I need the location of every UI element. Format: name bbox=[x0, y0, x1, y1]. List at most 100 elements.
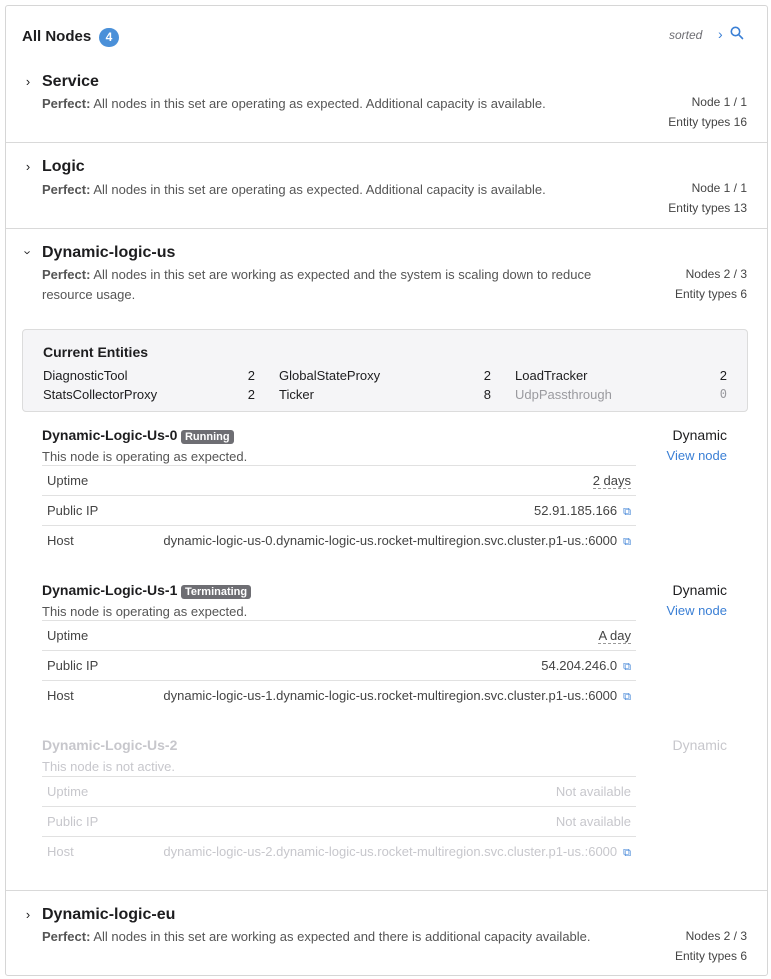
status-badge: Terminating bbox=[180, 585, 252, 599]
divider bbox=[6, 890, 767, 891]
host-label: Host bbox=[47, 688, 74, 703]
node-title: Dynamic-Logic-Us-1 bbox=[42, 582, 178, 598]
view-node-link[interactable]: View node bbox=[667, 603, 727, 618]
node-title: Dynamic-Logic-Us-0 bbox=[42, 427, 178, 443]
table-row: Uptime 2 days bbox=[42, 465, 636, 495]
entity-count: 2 bbox=[483, 368, 491, 383]
uptime-label: Uptime bbox=[47, 784, 89, 799]
status-label: Perfect: bbox=[42, 267, 91, 282]
set-title-logic[interactable]: Logic bbox=[42, 158, 85, 176]
public-ip-label: Public IP bbox=[47, 814, 99, 829]
table-row: Host dynamic-logic-us-0.dynamic-logic-us… bbox=[42, 525, 636, 555]
entity-name: GlobalStateProxy bbox=[279, 368, 381, 383]
entity-name: StatsCollectorProxy bbox=[43, 387, 158, 402]
chevron-right-icon[interactable]: › bbox=[22, 907, 34, 922]
set-entity-types: Entity types 13 bbox=[668, 201, 747, 215]
divider bbox=[6, 228, 767, 229]
status-text: All nodes in this set are operating as e… bbox=[93, 96, 546, 111]
view-node-link[interactable]: View node bbox=[667, 448, 727, 463]
status-text: All nodes in this set are working as exp… bbox=[93, 929, 591, 944]
uptime-value: 2 days bbox=[592, 473, 631, 489]
uptime-value: A day bbox=[598, 628, 631, 644]
copy-icon[interactable]: ⧉ bbox=[623, 661, 631, 673]
table-row: Public IP 54.204.246.0 ⧉ bbox=[42, 650, 636, 680]
node-subtitle: This node is operating as expected. bbox=[42, 604, 248, 619]
divider bbox=[6, 142, 767, 143]
entity-name: DiagnosticTool bbox=[43, 368, 128, 383]
node-type: Dynamic bbox=[672, 582, 727, 598]
copy-icon[interactable]: ⧉ bbox=[623, 536, 631, 548]
set-nodes-count: Node 1 / 1 bbox=[691, 181, 747, 195]
current-entities-panel: Current Entities DiagnosticTool 2 Global… bbox=[22, 329, 748, 412]
public-ip-text: 54.204.246.0 bbox=[541, 658, 618, 673]
host-label: Host bbox=[47, 533, 74, 548]
public-ip-value: 54.204.246.0 ⧉ bbox=[541, 658, 631, 674]
copy-icon[interactable]: ⧉ bbox=[623, 506, 631, 518]
host-value: dynamic-logic-us-1.dynamic-logic-us.rock… bbox=[163, 688, 631, 704]
set-description: Perfect: All nodes in this set are opera… bbox=[42, 94, 546, 114]
entity-name: Ticker bbox=[279, 387, 314, 402]
entity-count: 2 bbox=[247, 387, 255, 402]
node-header: Dynamic-Logic-Us-0 Running bbox=[42, 427, 234, 444]
node-header: Dynamic-Logic-Us-1 Terminating bbox=[42, 582, 252, 599]
entity-name: UdpPassthrough bbox=[515, 387, 612, 402]
all-nodes-panel: All Nodes 4 sorted › › Service Perfect: … bbox=[5, 5, 768, 976]
page-title: All Nodes bbox=[22, 28, 92, 45]
set-title-dynamic-logic-us[interactable]: Dynamic-logic-us bbox=[42, 244, 175, 262]
chevron-right-icon[interactable]: › bbox=[22, 74, 34, 89]
set-entity-types: Entity types 6 bbox=[674, 287, 747, 301]
status-badge: Running bbox=[180, 430, 234, 444]
public-ip-value: 52.91.185.166 ⧉ bbox=[534, 503, 631, 519]
host-value: dynamic-logic-us-0.dynamic-logic-us.rock… bbox=[163, 533, 631, 549]
uptime-label: Uptime bbox=[47, 473, 89, 488]
search-icon[interactable] bbox=[730, 26, 746, 42]
entity-count: 2 bbox=[719, 368, 727, 383]
host-text: dynamic-logic-us-0.dynamic-logic-us.rock… bbox=[163, 533, 618, 548]
copy-icon[interactable]: ⧉ bbox=[623, 847, 631, 859]
chevron-down-icon[interactable]: › bbox=[21, 247, 36, 259]
set-entity-types: Entity types 6 bbox=[674, 949, 747, 963]
table-row: Public IP Not available bbox=[42, 806, 636, 836]
set-description: Perfect: All nodes in this set are opera… bbox=[42, 180, 546, 200]
set-nodes-count: Nodes 2 / 3 bbox=[685, 929, 747, 943]
node-subtitle: This node is operating as expected. bbox=[42, 449, 248, 464]
table-row: Uptime Not available bbox=[42, 776, 636, 806]
public-ip-text: 52.91.185.166 bbox=[534, 503, 618, 518]
node-count-badge: 4 bbox=[99, 28, 119, 47]
set-title-service[interactable]: Service bbox=[42, 73, 99, 91]
set-description: Perfect: All nodes in this set are worki… bbox=[42, 265, 602, 305]
set-nodes-count: Node 1 / 1 bbox=[691, 95, 747, 109]
chevron-right-icon[interactable]: › bbox=[22, 159, 34, 174]
entity-count: 2 bbox=[247, 368, 255, 383]
entity-name: LoadTracker bbox=[515, 368, 588, 383]
uptime-label: Uptime bbox=[47, 628, 89, 643]
table-row: Public IP 52.91.185.166 ⧉ bbox=[42, 495, 636, 525]
host-text: dynamic-logic-us-1.dynamic-logic-us.rock… bbox=[163, 688, 618, 703]
table-row: Uptime A day bbox=[42, 620, 636, 650]
public-ip-label: Public IP bbox=[47, 503, 99, 518]
table-row: Host dynamic-logic-us-2.dynamic-logic-us… bbox=[42, 836, 636, 866]
uptime-value: Not available bbox=[555, 784, 631, 799]
sorted-label: sorted bbox=[669, 28, 703, 42]
node-subtitle: This node is not active. bbox=[42, 759, 175, 774]
node-title: Dynamic-Logic-Us-2 bbox=[42, 737, 178, 753]
set-nodes-count: Nodes 2 / 3 bbox=[685, 267, 747, 281]
public-ip-value: Not available bbox=[555, 814, 631, 829]
status-text: All nodes in this set are working as exp… bbox=[42, 267, 592, 302]
node-type: Dynamic bbox=[672, 737, 727, 753]
set-description: Perfect: All nodes in this set are worki… bbox=[42, 927, 591, 947]
set-entity-types: Entity types 16 bbox=[668, 115, 747, 129]
status-text: All nodes in this set are operating as e… bbox=[93, 182, 546, 197]
entity-count: 8 bbox=[483, 387, 491, 402]
entity-count: 0 bbox=[719, 387, 727, 401]
entities-title: Current Entities bbox=[43, 344, 149, 360]
set-title-dynamic-logic-eu[interactable]: Dynamic-logic-eu bbox=[42, 906, 175, 924]
host-text: dynamic-logic-us-2.dynamic-logic-us.rock… bbox=[163, 844, 618, 859]
node-type: Dynamic bbox=[672, 427, 727, 443]
node-header: Dynamic-Logic-Us-2 bbox=[42, 737, 177, 753]
table-row: Host dynamic-logic-us-1.dynamic-logic-us… bbox=[42, 680, 636, 710]
chevron-right-icon[interactable]: › bbox=[718, 26, 723, 42]
status-label: Perfect: bbox=[42, 96, 91, 111]
status-label: Perfect: bbox=[42, 929, 91, 944]
copy-icon[interactable]: ⧉ bbox=[623, 691, 631, 703]
